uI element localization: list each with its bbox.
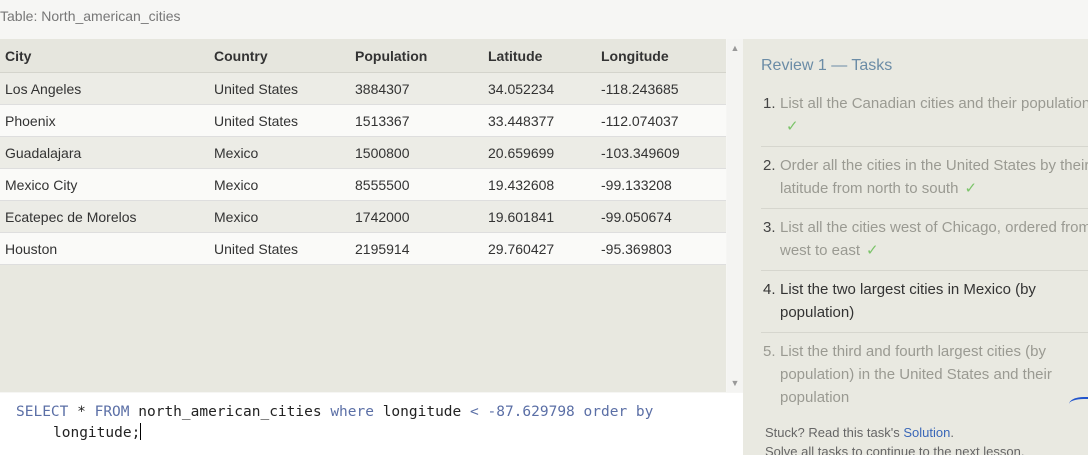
sql-keyword-order-by: order by <box>583 404 654 420</box>
cell-latitude: 34.052234 <box>483 72 596 105</box>
cell-country: Mexico <box>209 168 350 201</box>
query-line-1: SELECT * FROM north_american_cities wher… <box>16 402 653 423</box>
cell-country: Mexico <box>209 136 350 169</box>
results-table: City Country Population Latitude Longitu… <box>0 39 726 265</box>
cell-longitude: -99.133208 <box>596 168 726 201</box>
stuck-help-text: Stuck? Read this task's Solution. Solve … <box>765 423 1024 455</box>
cell-country: United States <box>209 232 350 265</box>
column-header-latitude: Latitude <box>483 39 596 73</box>
task-number: 3. <box>763 219 776 236</box>
cell-population: 3884307 <box>350 72 483 105</box>
text-caret <box>140 423 142 440</box>
task-text: List all the cities west of Chicago, ord… <box>761 216 1088 262</box>
cell-country: United States <box>209 104 350 137</box>
table-row: Houston United States 2195914 29.760427 … <box>0 232 726 265</box>
cell-country: United States <box>209 72 350 105</box>
checkmark-icon: ✓ <box>786 118 799 135</box>
task-text-label: List all the Canadian cities and their p… <box>780 95 1088 112</box>
stuck-suffix: . <box>950 425 954 440</box>
task-text: Order all the cities in the United State… <box>761 154 1088 200</box>
task-item: 3. List all the cities west of Chicago, … <box>761 215 1088 271</box>
checkmark-icon: ✓ <box>866 242 879 259</box>
edge-pen-stroke <box>1069 397 1088 411</box>
cell-longitude: -103.349609 <box>596 136 726 169</box>
cell-longitude: -112.074037 <box>596 104 726 137</box>
cell-longitude: -99.050674 <box>596 200 726 233</box>
cell-population: 1742000 <box>350 200 483 233</box>
task-number: 2. <box>763 157 776 174</box>
task-text-label: List all the cities west of Chicago, ord… <box>780 219 1088 259</box>
sql-table-name: north_american_cities <box>138 404 322 420</box>
cell-city: Mexico City <box>0 168 209 201</box>
sql-keyword-from: FROM <box>94 404 130 420</box>
task-item-current: 4. List the two largest cities in Mexico… <box>761 277 1088 333</box>
cell-country: Mexico <box>209 200 350 233</box>
cell-latitude: 33.448377 <box>483 104 596 137</box>
sql-order-field: longitude; <box>53 425 141 441</box>
cell-latitude: 29.760427 <box>483 232 596 265</box>
solution-link[interactable]: Solution <box>903 425 950 440</box>
task-number: 4. <box>763 281 776 298</box>
sql-keyword-select: SELECT <box>16 404 69 420</box>
column-header-city: City <box>0 39 209 73</box>
task-number: 1. <box>763 95 776 112</box>
cell-population: 8555500 <box>350 168 483 201</box>
task-number: 5. <box>763 343 776 360</box>
cell-city: Guadalajara <box>0 136 209 169</box>
table-row: Phoenix United States 1513367 33.448377 … <box>0 104 726 137</box>
query-line-2: longitude; <box>53 423 142 444</box>
column-header-population: Population <box>350 39 483 73</box>
stuck-prefix: Stuck? Read this task's <box>765 425 900 440</box>
sql-keyword-where: where <box>330 404 374 420</box>
scroll-up-arrow-icon[interactable]: ▲ <box>727 41 743 55</box>
cell-city: Houston <box>0 232 209 265</box>
table-row: Ecatepec de Morelos Mexico 1742000 19.60… <box>0 200 726 233</box>
cell-population: 1500800 <box>350 136 483 169</box>
panel-title: Review 1 — Tasks <box>761 57 893 74</box>
task-item: 5. List the third and fourth largest cit… <box>761 339 1088 417</box>
cell-population: 1513367 <box>350 104 483 137</box>
cell-city: Los Angeles <box>0 72 209 105</box>
sql-value: -87.629798 <box>487 404 575 420</box>
cell-longitude: -118.243685 <box>596 72 726 105</box>
cell-latitude: 19.432608 <box>483 168 596 201</box>
checkmark-icon: ✓ <box>964 180 978 197</box>
sql-query-editor[interactable]: SELECT * FROM north_american_cities wher… <box>0 393 743 455</box>
cell-city: Phoenix <box>0 104 209 137</box>
sql-operator: < <box>470 404 479 420</box>
sql-star: * <box>77 404 86 420</box>
cell-latitude: 20.659699 <box>483 136 596 169</box>
continue-text: Solve all tasks to continue to the next … <box>765 444 1025 455</box>
task-text: List the third and fourth largest cities… <box>780 343 1052 406</box>
column-header-longitude: Longitude <box>596 39 726 73</box>
results-table-container: City Country Population Latitude Longitu… <box>0 39 726 392</box>
task-text: List the two largest cities in Mexico (b… <box>780 281 1036 321</box>
table-row: Mexico City Mexico 8555500 19.432608 -99… <box>0 168 726 201</box>
cell-latitude: 19.601841 <box>483 200 596 233</box>
cell-population: 2195914 <box>350 232 483 265</box>
cell-longitude: -95.369803 <box>596 232 726 265</box>
table-header-row: City Country Population Latitude Longitu… <box>0 39 726 73</box>
table-scrollbar[interactable]: ▲ ▼ <box>727 39 743 392</box>
table-row: Guadalajara Mexico 1500800 20.659699 -10… <box>0 136 726 169</box>
task-list: 1. List all the Canadian cities and thei… <box>761 91 1088 423</box>
task-item: 2. Order all the cities in the United St… <box>761 153 1088 209</box>
task-text: List all the Canadian cities and their p… <box>761 92 1088 138</box>
table-row: Los Angeles United States 3884307 34.052… <box>0 72 726 105</box>
sql-field-name: longitude <box>382 404 462 420</box>
task-text-label: Order all the cities in the United State… <box>780 157 1088 197</box>
table-title: Table: North_american_cities <box>0 8 181 24</box>
column-header-country: Country <box>209 39 350 73</box>
task-item: 1. List all the Canadian cities and thei… <box>761 91 1088 147</box>
cell-city: Ecatepec de Morelos <box>0 200 209 233</box>
tasks-panel: Review 1 — Tasks 1. List all the Canadia… <box>743 39 1088 455</box>
scroll-down-arrow-icon[interactable]: ▼ <box>727 376 743 390</box>
